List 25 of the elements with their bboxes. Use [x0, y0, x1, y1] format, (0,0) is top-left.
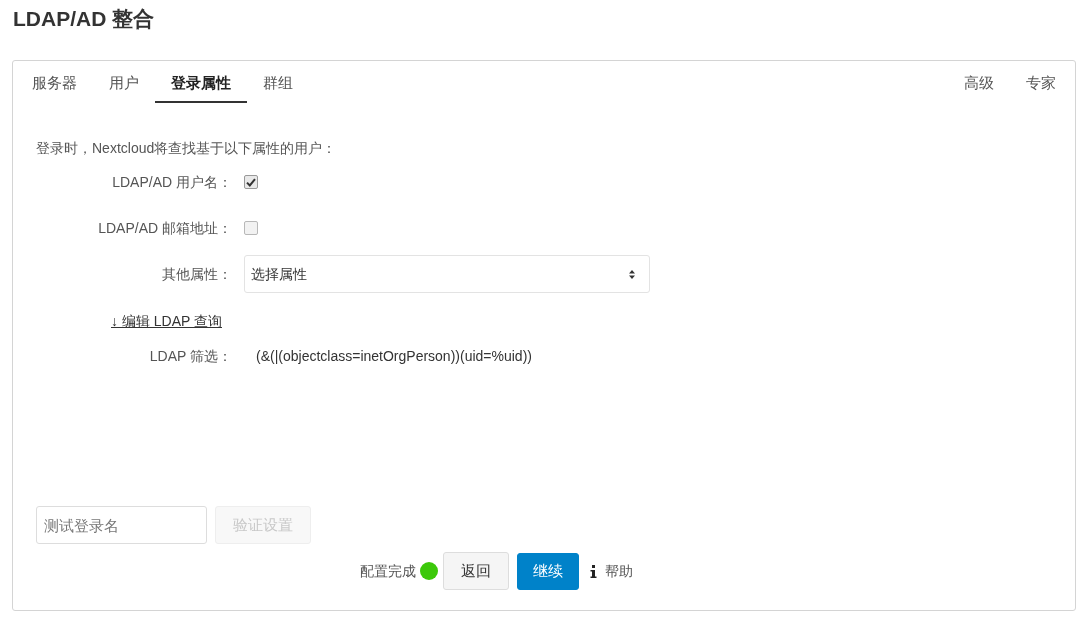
check-icon: [246, 177, 256, 187]
tab[interactable]: 登录属性: [155, 63, 247, 103]
intro-text: 登录时，Nextcloud将查找基于以下属性的用户：: [36, 139, 337, 158]
attribute-dropdown[interactable]: 选择属性: [244, 255, 650, 293]
filter-value: (&(|(objectclass=inetOrgPerson))(uid=%uid)): [256, 347, 532, 366]
field-label: 其他属性：: [162, 265, 232, 284]
tab[interactable]: 专家: [1010, 63, 1072, 103]
field-label: LDAP 筛选：: [149, 347, 232, 366]
info-icon: [590, 564, 597, 578]
tab[interactable]: 服务器: [16, 63, 93, 103]
tab[interactable]: 用户: [93, 63, 155, 103]
test-login-input[interactable]: 测试登录名: [36, 506, 207, 544]
page-title: LDAP/AD 整合: [13, 6, 155, 32]
continue-button[interactable]: 继续: [517, 552, 579, 590]
field-label: LDAP/AD 用户名：: [112, 173, 232, 192]
checkbox[interactable]: [244, 221, 258, 235]
back-button[interactable]: 返回: [443, 552, 509, 590]
updown-caret-icon: [629, 269, 635, 279]
field-label: LDAP/AD 邮箱地址：: [98, 219, 232, 238]
edit-query-link[interactable]: ↓ 编辑 LDAP 查询: [111, 311, 222, 331]
status-label: 配置完成: [360, 562, 416, 581]
tab[interactable]: 高级: [948, 63, 1010, 103]
checkbox[interactable]: [244, 175, 258, 189]
help-link[interactable]: 帮助: [590, 561, 633, 581]
tab[interactable]: 群组: [247, 63, 309, 103]
